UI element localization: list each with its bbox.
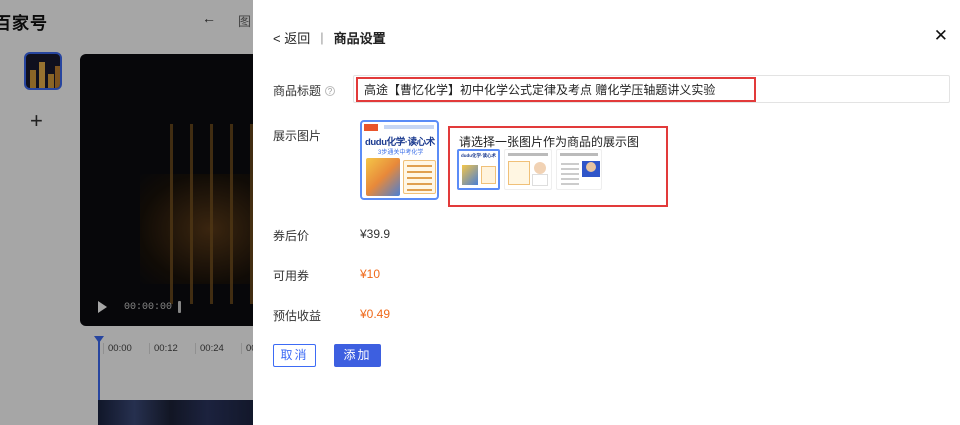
feature-card-graphic <box>403 160 436 194</box>
estimated-income-value: ¥0.49 <box>360 307 391 321</box>
help-icon[interactable]: ? <box>325 86 336 96</box>
highlight-box-images <box>448 126 668 207</box>
back-button[interactable]: < 返回 <box>273 28 310 47</box>
price-after-coupon-value: ¥39.9 <box>360 227 391 241</box>
cancel-button[interactable]: 取消 <box>273 344 316 367</box>
add-button[interactable]: 添加 <box>334 344 381 367</box>
overlay-mask[interactable] <box>0 0 253 425</box>
price-after-coupon-label: 券后价 <box>273 229 310 243</box>
header-divider: | <box>320 30 324 45</box>
product-image-subtitle: 3步通关中考化学 <box>378 150 424 156</box>
drawer-title: 商品设置 <box>333 31 386 46</box>
product-title-row-label: 商品标题? <box>273 82 336 99</box>
display-image-label: 展示图片 <box>273 129 322 143</box>
close-icon[interactable]: ✕ <box>934 26 948 46</box>
selected-product-image[interactable]: dudu化学·读心术 3步通关中考化学 <box>360 120 439 200</box>
product-image-title: dudu化学·读心术 <box>365 137 435 148</box>
book-cover-graphic <box>366 158 400 196</box>
product-title-label: 商品标题 <box>273 84 322 98</box>
available-coupon-label: 可用券 <box>273 269 310 283</box>
available-coupon-value: ¥10 <box>360 267 381 281</box>
product-settings-drawer: < 返回 | 商品设置 ✕ 商品标题? 展示图片 dudu化学·读心术 3步通关… <box>253 0 960 425</box>
drawer-header: < 返回 | 商品设置 <box>273 28 386 47</box>
estimated-income-label: 预估收益 <box>273 309 322 323</box>
highlight-box-title <box>356 77 756 102</box>
